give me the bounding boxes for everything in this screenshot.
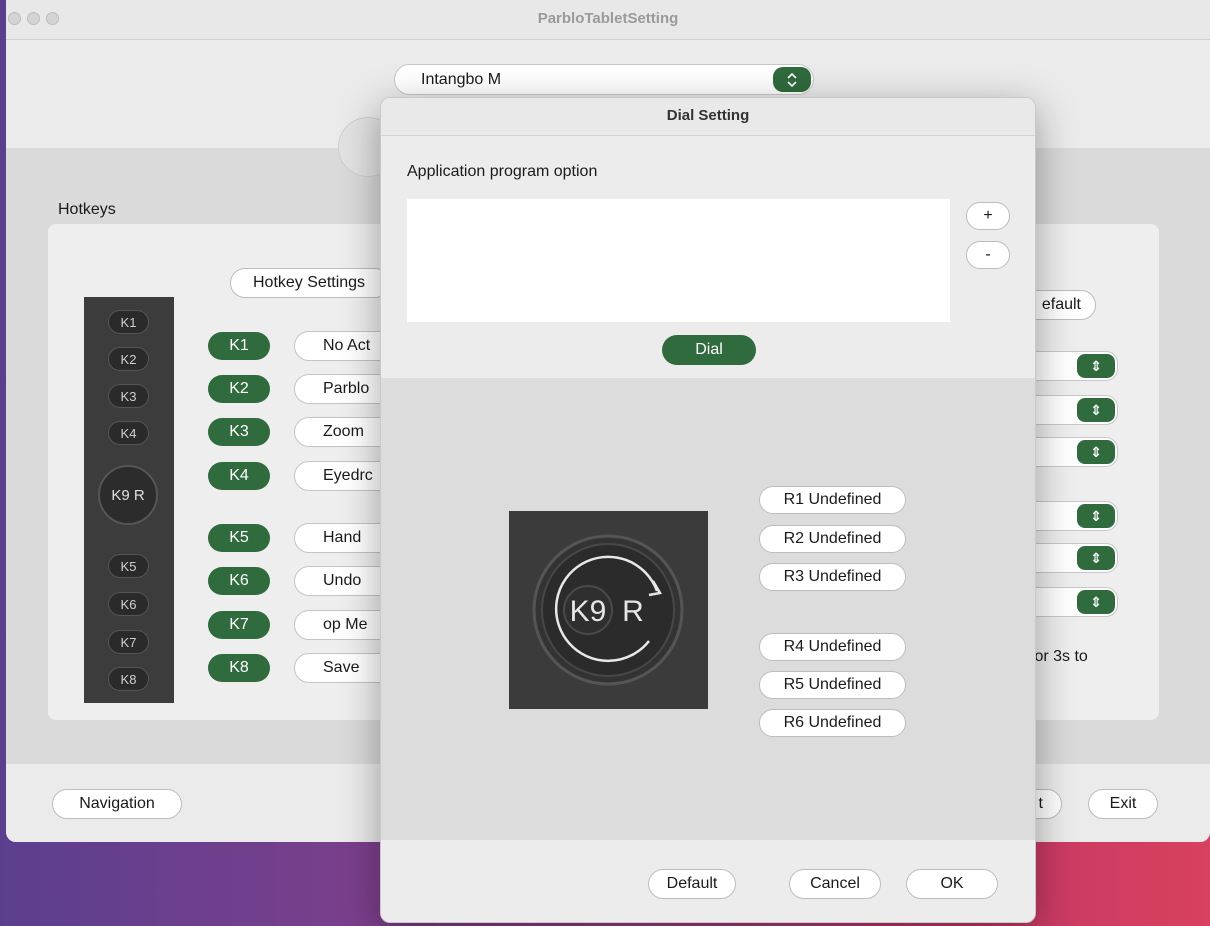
select-stepper-icon[interactable]: ⇕ (1077, 546, 1115, 570)
hotkey-badge-k4[interactable]: K4 (208, 462, 270, 490)
strip-key[interactable]: K8 (108, 667, 149, 691)
rotation-r4-button[interactable]: R4 Undefined (759, 633, 906, 661)
ok-button[interactable]: OK (906, 869, 998, 899)
dial-setting-dialog: Dial Setting Application program option … (380, 97, 1036, 923)
dial-k9-label: K9 (570, 595, 607, 628)
select-stepper-icon[interactable]: ⇕ (1077, 504, 1115, 528)
rotation-r5-button[interactable]: R5 Undefined (759, 671, 906, 699)
select-stepper-icon[interactable]: ⇕ (1077, 398, 1115, 422)
select-stepper-icon[interactable]: ⇕ (1077, 590, 1115, 614)
select-stepper-icon[interactable]: ⇕ (1077, 440, 1115, 464)
strip-key[interactable]: K3 (108, 384, 149, 408)
rotation-r1-button[interactable]: R1 Undefined (759, 486, 906, 514)
hotkeys-section-title: Hotkeys (58, 201, 116, 218)
rotation-r6-button[interactable]: R6 Undefined (759, 709, 906, 737)
device-select[interactable]: Intangbo M (394, 64, 814, 95)
remove-app-button[interactable]: - (966, 241, 1010, 269)
strip-key[interactable]: K7 (108, 630, 149, 654)
dial-image: K9 R (509, 511, 708, 709)
strip-key[interactable]: K4 (108, 421, 149, 445)
select-stepper-icon[interactable]: ⇕ (1077, 354, 1115, 378)
cancel-button[interactable]: Cancel (789, 869, 881, 899)
hotkey-badge-k6[interactable]: K6 (208, 567, 270, 595)
device-select-stepper-icon[interactable] (773, 67, 811, 92)
strip-key[interactable]: K2 (108, 347, 149, 371)
default-dial-button[interactable]: Default (648, 869, 736, 899)
hotkey-badge-k7[interactable]: K7 (208, 611, 270, 639)
dial-ring-icon: K9 R (532, 534, 684, 686)
hotkey-badge-k5[interactable]: K5 (208, 524, 270, 552)
rotation-r2-button[interactable]: R2 Undefined (759, 525, 906, 553)
title-bar: ParbloTabletSetting (6, 0, 1210, 40)
hotkey-badge-k8[interactable]: K8 (208, 654, 270, 682)
hotkey-badge-k3[interactable]: K3 (208, 418, 270, 446)
hotkey-badge-k2[interactable]: K2 (208, 375, 270, 403)
dial-r-label: R (622, 595, 644, 628)
hotkey-badge-k1[interactable]: K1 (208, 332, 270, 360)
application-list[interactable] (407, 199, 950, 322)
tab-dial[interactable]: Dial (662, 335, 756, 365)
strip-dial[interactable]: K9 R (98, 465, 158, 525)
dialog-title: Dial Setting (381, 98, 1035, 136)
exit-button[interactable]: Exit (1088, 789, 1158, 819)
navigation-button[interactable]: Navigation (52, 789, 182, 819)
dial-config-area (381, 378, 1035, 840)
hint-text: for 3s to (1030, 648, 1088, 665)
rotation-r3-button[interactable]: R3 Undefined (759, 563, 906, 591)
window-title: ParbloTabletSetting (537, 10, 679, 27)
hotkey-settings-button[interactable]: Hotkey Settings (230, 268, 390, 298)
device-select-value: Intangbo M (421, 71, 502, 88)
strip-key[interactable]: K6 (108, 592, 149, 616)
add-app-button[interactable]: + (966, 202, 1010, 230)
app-option-label: Application program option (407, 163, 598, 180)
strip-key[interactable]: K5 (108, 554, 149, 578)
tablet-key-strip: K1 K2 K3 K4 K9 R K5 K6 K7 K8 (84, 297, 174, 703)
strip-key[interactable]: K1 (108, 310, 149, 334)
